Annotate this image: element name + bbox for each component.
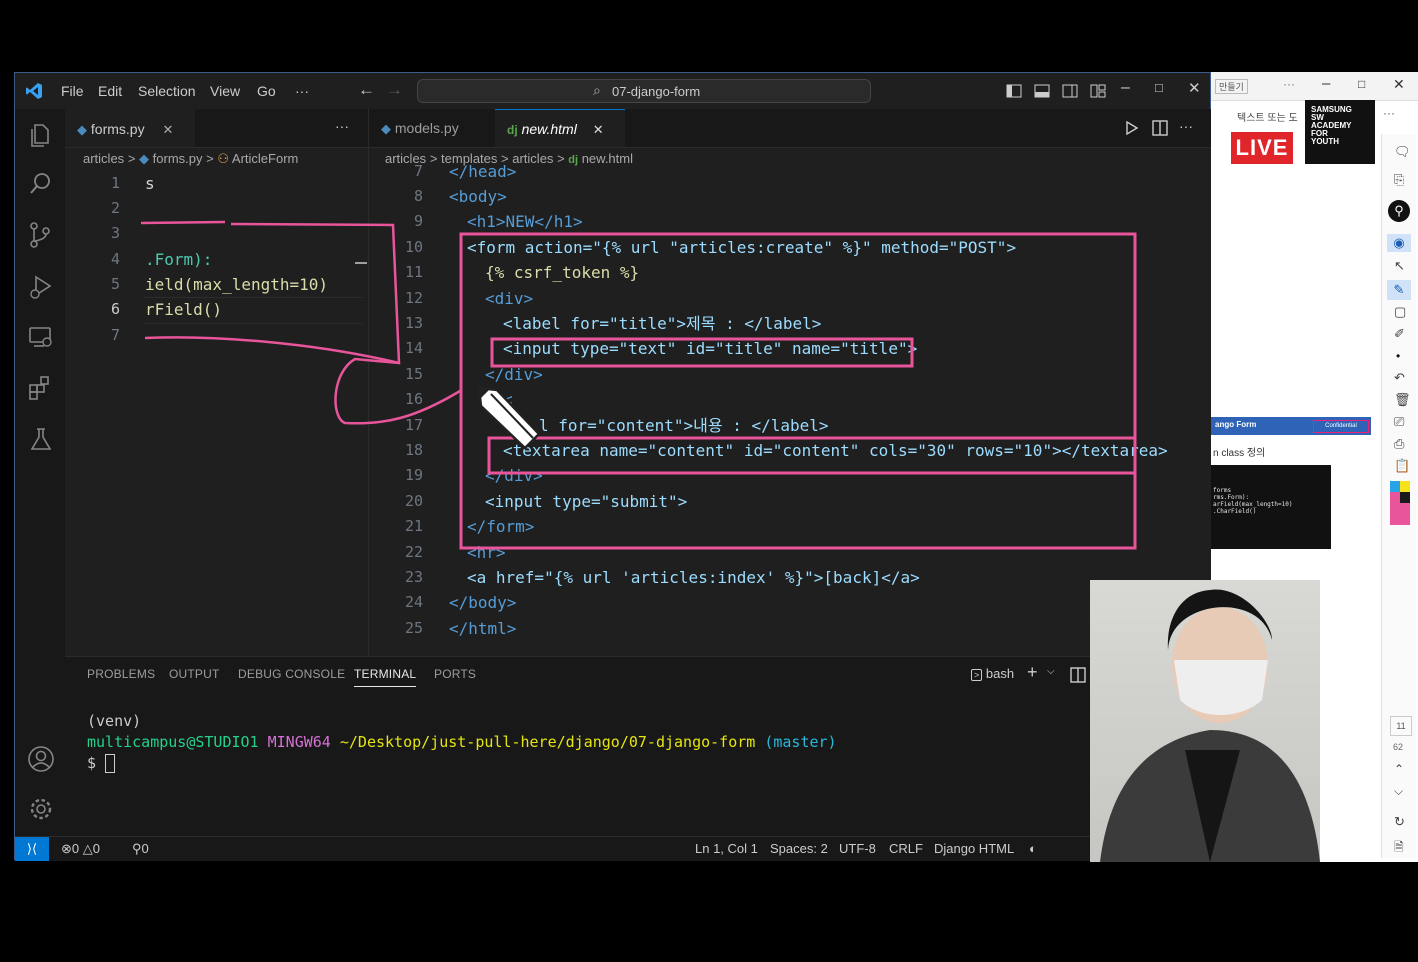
chevron-up-icon[interactable]: ⌃ [1394,762,1404,776]
terminal-prompt: $ [87,754,97,772]
cursor-position[interactable]: Ln 1, Col 1 [695,841,758,856]
new-terminal-plus-icon[interactable]: + [1027,662,1038,683]
pen-cursor-icon [477,386,541,450]
panel-tab-terminal[interactable]: TERMINAL [354,667,417,687]
confidential-badge: Confidential [1313,420,1369,433]
terminal-venv: (venv) [87,712,142,730]
account-icon[interactable] [27,745,55,773]
pin-icon[interactable]: ⚲ [1388,200,1410,222]
refresh-icon[interactable]: ↻ [1394,814,1405,830]
panel-tab-debug-console[interactable]: DEBUG CONSOLE [238,667,345,681]
slide-heading: n class 정의 [1213,448,1266,459]
panel-tab-ports[interactable]: PORTS [434,667,476,681]
color-palette[interactable] [1390,481,1410,525]
camera-icon[interactable]: ⎙ [1394,436,1404,452]
total-pages: 62 [1393,742,1404,752]
chevron-down-icon[interactable]: ⌵ [1047,666,1055,677]
problems-status[interactable]: ⊗0 △0 [61,841,100,857]
terminal-output[interactable]: (venv) multicampus@STUDIO1 MINGW64 ~/Des… [87,711,837,774]
slide-header: ango Form Confidential [1211,417,1371,435]
ports-status[interactable]: ⚲0 [132,841,149,857]
settings-gear-icon[interactable] [27,795,55,823]
panel-tab-output[interactable]: OUTPUT [169,667,220,681]
pen-tool-icon[interactable]: ✎ [1387,280,1411,300]
trash-icon[interactable]: 🗑 [1394,392,1411,408]
panel-tab-problems[interactable]: PROBLEMS [87,667,155,681]
bookmark-icon[interactable]: ⎘ [1394,172,1404,188]
terminal-branch: (master) [764,733,837,751]
comment-icon[interactable]: 🗨 [1394,144,1411,160]
bottom-panel: PROBLEMS OUTPUT DEBUG CONSOLE TERMINAL P… [65,656,1211,837]
vscode-window: File Edit Selection View Go ··· ← → ⌕ 07… [14,72,1211,861]
minimize-icon[interactable]: – [1322,75,1330,92]
terminal-cursor [105,754,116,773]
terminal-profile[interactable]: > bash [971,666,1014,681]
shape-tool-icon[interactable]: ▢ [1394,304,1406,320]
status-bar: ⟩⟨ ⊗0 △0 ⚲0 Ln 1, Col 1 Spaces: 2 UTF-8 … [15,836,1210,861]
split-terminal-icon[interactable] [1070,667,1086,683]
error-icon: ⊗ [61,841,72,856]
slide-title: ango Form [1215,420,1257,429]
close-icon[interactable]: ✕ [1393,76,1405,93]
terminal-icon: > [971,669,983,681]
drawing-app-titlebar: 만들기 ··· – □ ✕ [1211,72,1418,101]
pointer-icon[interactable]: ↖ [1394,258,1405,274]
encoding[interactable]: UTF-8 [839,841,876,856]
terminal-user: multicampus@STUDIO1 [87,733,259,751]
terminal-path: ~/Desktop/just-pull-here/django/07-djang… [339,733,756,751]
antenna-icon: ⚲ [132,841,142,856]
selected-color-swatch[interactable] [1390,503,1410,525]
line-ending[interactable]: CRLF [889,841,923,856]
eye-icon[interactable]: ◉ [1387,234,1411,252]
search-hint-text: 텍스트 또는 도 [1237,113,1298,124]
warning-icon: △ [82,841,93,856]
presenter-webcam [1090,580,1320,862]
remote-indicator-icon[interactable]: ⟩⟨ [15,837,49,861]
drawing-toolbar: 🗨 ⎘ ⚲ ◉ ↖ ✎ ▢ ✐ • ↶ 🗑 ⎚ ⎙ 📋 11 62 ⌃ ⌵ ↻ … [1381,134,1416,858]
app-tab[interactable]: 만들기 [1215,79,1248,94]
color-swatch[interactable] [1390,481,1410,492]
app-more-icon[interactable]: ··· [1283,77,1295,91]
undo-icon[interactable]: ↶ [1394,370,1405,386]
color-swatch[interactable] [1390,492,1410,503]
highlighter-icon[interactable]: ✐ [1394,326,1405,342]
dot-size-icon[interactable]: • [1396,349,1400,363]
more-icon[interactable]: ··· [1383,106,1395,120]
clipboard-icon[interactable]: 📋 [1394,458,1410,474]
language-mode[interactable]: Django HTML [934,841,1014,856]
page-number: 11 [1390,716,1412,736]
presenter-image [1100,589,1320,862]
terminal-system: MINGW64 [267,733,331,751]
academy-logo: SAMSUNG SW ACADEMY FOR YOUTH [1305,100,1375,164]
maximize-icon[interactable]: □ [1358,77,1365,91]
live-badge: LIVE [1231,132,1293,164]
pen-annotations [140,220,1137,550]
indentation[interactable]: Spaces: 2 [770,841,828,856]
chevron-down-icon[interactable]: ⌵ [1394,784,1403,799]
copilot-icon[interactable]: ◐ [1029,841,1037,856]
document-icon[interactable]: 🗎 [1394,838,1404,859]
slide-code-block: forms rms.Form): arField(max_length=10) … [1211,465,1331,549]
monitor-icon[interactable]: ⎚ [1394,414,1404,430]
